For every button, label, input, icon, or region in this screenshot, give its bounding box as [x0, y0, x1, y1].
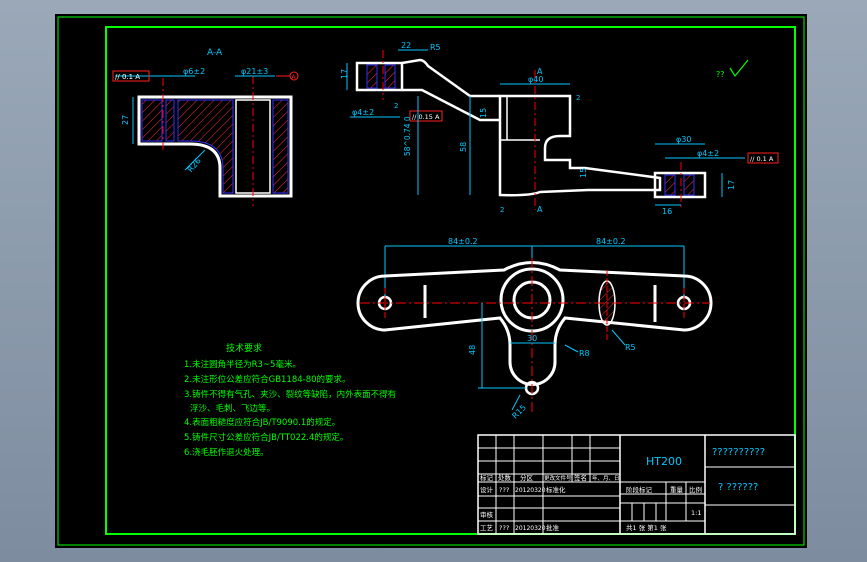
tb-design-label: 设计	[480, 485, 494, 494]
dim-left-height: 17	[340, 69, 349, 79]
tech-req-line-6: 5.铸件尺寸公差应符合JB/TT022.4的规定。	[184, 432, 348, 443]
tb-drawing-name: ??????????	[712, 447, 765, 458]
tb-material: HT200	[646, 455, 682, 468]
screenshot-frame: A-A // 0.1 A φ6±2 φ21±3 A 27 R26 22 R5 1…	[0, 0, 867, 562]
dim-r8: R8	[579, 349, 590, 358]
dim-top-width: 22	[401, 41, 411, 50]
dim-15b: 15	[579, 168, 588, 178]
tb-design-name: ???	[499, 486, 509, 494]
tech-req-line-4: 浮沙、毛刺、飞边等。	[190, 403, 275, 414]
front-right-hatch2	[683, 174, 695, 196]
dim-r5: R5	[625, 343, 636, 352]
dim-2a: 2	[394, 102, 398, 110]
dim-left-hole: φ4±2	[352, 108, 374, 117]
dim-right-width: 16	[662, 207, 672, 216]
tb-part-code: ? ??????	[718, 482, 758, 493]
tb-hdr-2: 分区	[520, 473, 534, 482]
dim-58-074: 58^0.74 0	[403, 116, 412, 156]
tech-req-line-2: 2.未注形位公差应符合GB1184-80的要求。	[184, 374, 351, 385]
section-hatch-left	[141, 99, 163, 142]
section-hatch-left2	[165, 99, 175, 142]
dim-front-tol: // 0.15 A	[412, 113, 440, 121]
dim-center-dia: φ40	[528, 75, 543, 84]
section-mark-top: A	[537, 67, 543, 76]
roughness-label: ??	[716, 70, 725, 79]
dim-height-27: 27	[121, 115, 130, 125]
tb-hdr-5: 年、月、日	[592, 474, 620, 482]
tb-stage-label: 阶段标记	[626, 485, 653, 494]
tb-hdr-3: 更改文件号	[544, 474, 572, 482]
dim-right-height: 17	[727, 180, 736, 190]
dim-hole-small: φ6±2	[183, 67, 205, 76]
tb-scale-value: 1:1	[691, 509, 701, 517]
tb-hdr-0: 标记	[480, 473, 494, 482]
tb-weight-label: 重量	[670, 486, 684, 494]
tb-process-date: 20120320	[515, 525, 546, 532]
dim-2b: 2	[576, 94, 580, 102]
dim-top-radius: R5	[430, 43, 441, 52]
dim-right-tol: // 0.1 A	[750, 155, 774, 163]
tb-scale-label: 比例	[689, 485, 702, 494]
tech-req-line-7: 6.浇毛胚作退火处理。	[184, 447, 269, 458]
front-right-hatch	[664, 174, 676, 196]
dim-15: 15	[479, 108, 488, 118]
tb-process-name: ???	[499, 524, 509, 532]
tech-req-title: 技术要求	[226, 342, 262, 354]
dim-2c: 2	[500, 206, 504, 214]
section-hatch-right	[272, 99, 289, 194]
tech-req-line-1: 1.未注圆角半径为R3~5毫米。	[184, 359, 301, 370]
tb-approve-label: 批准	[546, 523, 560, 532]
tb-process-label: 工艺	[480, 524, 494, 532]
tb-hdr-1: 处数	[498, 473, 512, 482]
dim-height-48: 48	[468, 345, 477, 355]
dim-right-span: 84±0.2	[596, 237, 626, 246]
dim-left-span: 84±0.2	[448, 237, 478, 246]
dim-right-hole: φ4±2	[697, 149, 719, 158]
front-left-hatch	[366, 64, 378, 89]
tech-req-line-5: 4.表面粗糙度应符合JB/T9090.1的规定。	[184, 417, 340, 428]
tb-check-label: 审核	[480, 510, 494, 519]
tb-design-date: 20120320	[515, 487, 546, 494]
dim-58: 58	[459, 142, 468, 152]
section-label: A-A	[207, 48, 223, 58]
dim-width-30: 30	[527, 334, 537, 343]
dim-hole-large: φ21±3	[241, 67, 268, 76]
dim-right-dia: φ30	[676, 135, 691, 144]
tech-req-line-3: 3.铸件不得有气孔、夹沙、裂纹等缺陷，内外表面不得有	[184, 389, 396, 400]
front-left-hatch2	[384, 64, 396, 89]
tb-standard-label: 标准化	[546, 485, 566, 494]
section-mark-bottom: A	[537, 205, 543, 214]
cad-drawing-canvas: A-A // 0.1 A φ6±2 φ21±3 A 27 R26 22 R5 1…	[55, 14, 807, 548]
tb-hdr-4: 签名	[574, 473, 587, 482]
tb-sheets: 共1 张 第1 张	[626, 523, 667, 532]
dim-parallel-tol-left: // 0.1 A	[115, 73, 140, 81]
